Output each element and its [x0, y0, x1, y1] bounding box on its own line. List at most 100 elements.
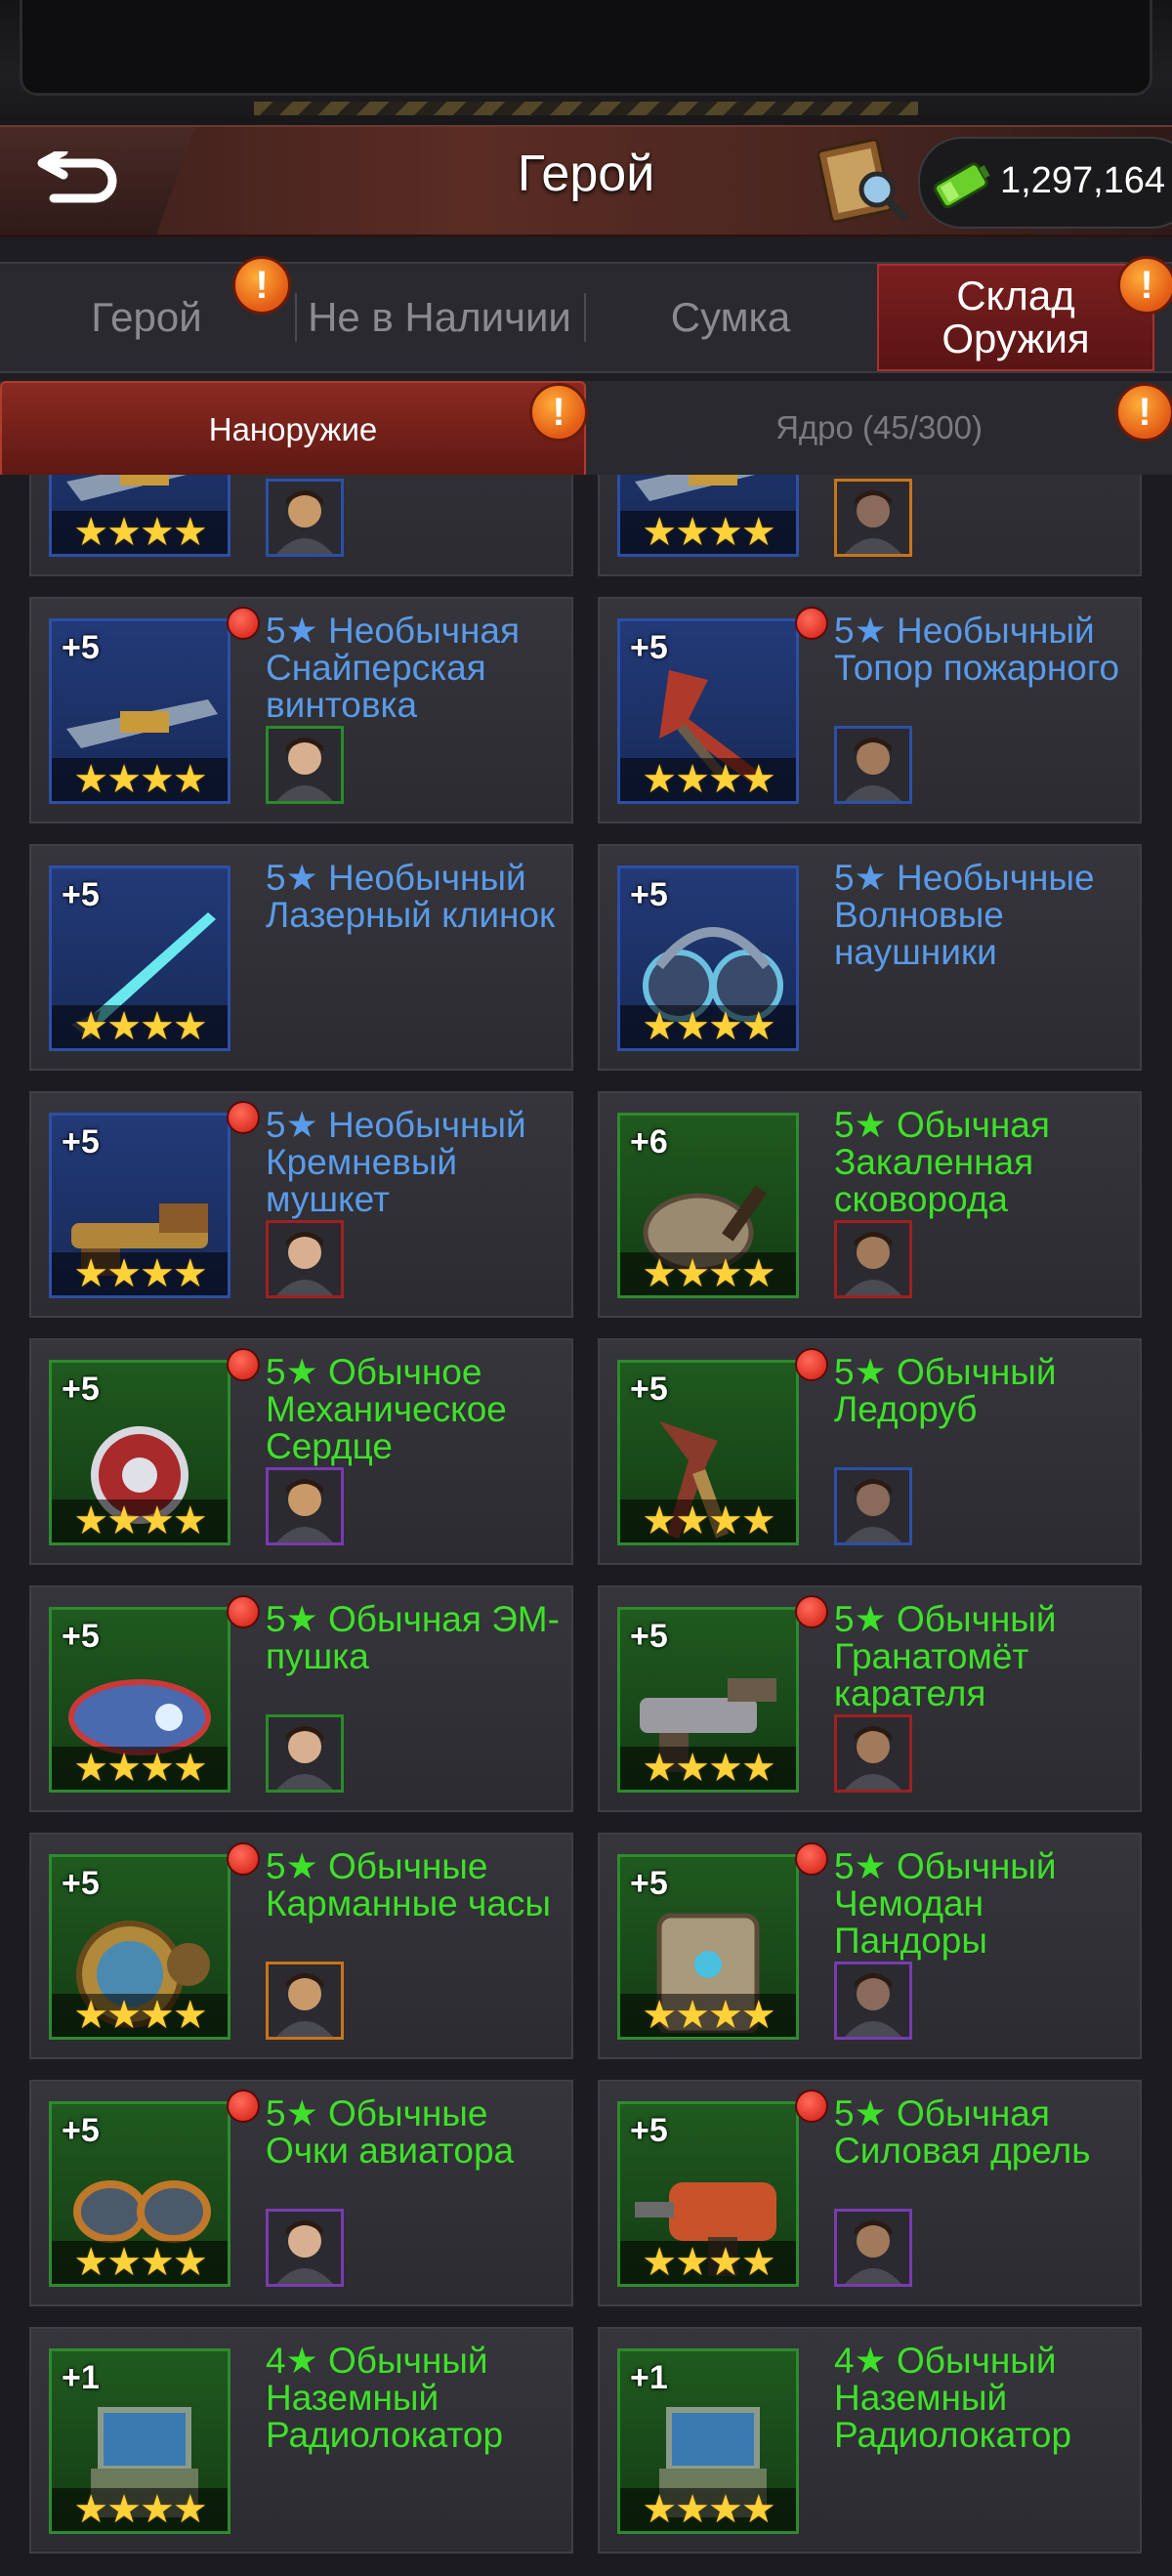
hero-avatar[interactable] [834, 1220, 912, 1298]
notification-dot [795, 607, 828, 640]
weapon-title: 5★ Необычная Снайперская винтовка [266, 611, 521, 725]
star-rating: ★★★★ [620, 511, 796, 554]
alert-icon: ! [1115, 383, 1172, 442]
star-rating: ★★★★ [52, 1252, 228, 1295]
star-rating: ★★★★ [52, 1005, 228, 1048]
weapon-thumbnail: +5 ★★★★ [617, 2101, 799, 2287]
upgrade-level: +5 [630, 1371, 668, 1408]
hero-avatar[interactable] [266, 1714, 344, 1793]
upgrade-level: +1 [630, 2359, 668, 2396]
tab-not-in-stock[interactable]: Не в Наличии [297, 264, 582, 371]
weapon-card[interactable]: +5 ★★★★ 5★ Обычные Очки авиатора [29, 2080, 573, 2306]
hero-avatar[interactable] [266, 1220, 344, 1298]
subtab-core[interactable]: Ядро (45/300) [586, 381, 1172, 475]
weapon-thumbnail: +5 ★★★★ [49, 1854, 230, 2040]
notification-dot [227, 1595, 260, 1628]
star-rating: ★★★★ [52, 1994, 228, 2037]
portrait-icon [837, 1964, 909, 2037]
weapon-card[interactable]: +5 ★★★★ 5★ Необычная Снайперская винтовка [29, 597, 573, 823]
weapon-thumbnail: +1 ★★★★ [617, 2348, 799, 2534]
weapon-title: 4★ Обычный Наземный Радиолокатор [266, 2341, 504, 2455]
weapon-card[interactable]: +5 ★★★★ 5★ Необычный Кремневый мушкет [29, 1091, 573, 1318]
weapon-card[interactable]: ★★★★ [598, 475, 1142, 576]
upgrade-level: +5 [630, 1618, 668, 1655]
tab-bag[interactable]: Сумка [586, 264, 875, 371]
weapon-card[interactable]: +5 ★★★★ 5★ Обычный Гранатомёт карателя [598, 1585, 1142, 1812]
tab-label: Не в Наличии [308, 294, 571, 340]
weapon-card[interactable]: +5 ★★★★ 5★ Необычный Топор пожарного [598, 597, 1142, 823]
notification-dot [227, 1842, 260, 1876]
star-rating: ★★★★ [52, 511, 228, 554]
weapon-title: 5★ Обычные Очки авиатора [266, 2093, 515, 2171]
hero-avatar[interactable] [834, 1714, 912, 1793]
hero-avatar[interactable] [834, 2209, 912, 2287]
weapon-title: 5★ Обычные Карманные часы [266, 1846, 551, 1923]
weapon-card[interactable]: ★★★★ [29, 475, 573, 576]
weapon-thumbnail: +5 ★★★★ [49, 2101, 230, 2287]
currency-value: 1,297,164 [1000, 160, 1166, 201]
weapon-card[interactable]: +6 ★★★★ 5★ Обычная Закаленная сковорода [598, 1091, 1142, 1318]
notification-dot [795, 1348, 828, 1381]
notification-dot [795, 1842, 828, 1876]
hero-avatar[interactable] [266, 1962, 344, 2040]
hero-avatar[interactable] [266, 1467, 344, 1545]
currency-counter[interactable]: 1,297,164 [918, 137, 1172, 229]
main-tabs: Герой Не в Наличии Сумка Склад Оружия [0, 262, 1172, 373]
weapon-thumbnail: ★★★★ [49, 475, 230, 557]
upgrade-level: +5 [62, 629, 100, 666]
weapon-card[interactable]: +5 ★★★★ 5★ Обычные Карманные часы [29, 1833, 573, 2059]
weapon-thumbnail: +6 ★★★★ [617, 1113, 799, 1298]
weapon-card[interactable]: +1 ★★★★ 4★ Обычный Наземный Радиолокатор [29, 2327, 573, 2554]
weapon-card[interactable]: +1 ★★★★ 4★ Обычный Наземный Радиолокатор [598, 2327, 1142, 2554]
page-title: Герой [517, 146, 655, 202]
star-rating: ★★★★ [620, 1747, 796, 1790]
weapon-title: 5★ Обычное Механическое Сердце [266, 1352, 507, 1466]
hero-avatar[interactable] [834, 1962, 912, 2040]
back-button[interactable] [0, 127, 195, 234]
star-rating: ★★★★ [620, 758, 796, 801]
weapon-card[interactable]: +5 ★★★★ 5★ Обычное Механическое Сердце [29, 1338, 573, 1565]
portrait-icon [269, 1470, 341, 1542]
upgrade-level: +5 [62, 1123, 100, 1161]
weapon-thumbnail: +5 ★★★★ [49, 1360, 230, 1545]
upgrade-level: +5 [630, 876, 668, 913]
weapon-grid: ★★★★ ★★★★ +5 ★★★★ 5★ Необычная Снайперская в… [0, 475, 1172, 2576]
weapon-card[interactable]: +5 ★★★★ 5★ Обычная ЭМ-пушка [29, 1585, 573, 1812]
weapon-thumbnail: +5 ★★★★ [49, 866, 230, 1051]
subtab-nanoweapon[interactable]: Наноружие [0, 381, 586, 479]
weapon-card[interactable]: +5 ★★★★ 5★ Обычная Силовая дрель [598, 2080, 1142, 2306]
notification-dot [227, 1101, 260, 1134]
weapon-card[interactable]: +5 ★★★★ 5★ Обычный Чемодан Пандоры [598, 1833, 1142, 2059]
hero-avatar[interactable] [834, 726, 912, 804]
tab-label: Сумка [670, 294, 791, 340]
weapon-card[interactable]: +5 ★★★★ 5★ Необычные Волновые наушники [598, 844, 1142, 1071]
book-magnifier-icon[interactable] [813, 139, 910, 223]
portrait-icon [269, 482, 341, 554]
alert-icon: ! [1117, 256, 1172, 315]
hero-avatar[interactable] [834, 1467, 912, 1545]
notification-dot [227, 2090, 260, 2123]
weapon-title: 5★ Обычный Гранатомёт карателя [834, 1599, 1057, 1713]
weapon-card[interactable]: +5 ★★★★ 5★ Обычный Ледоруб [598, 1338, 1142, 1565]
hero-avatar[interactable] [266, 479, 344, 557]
portrait-icon [837, 482, 909, 554]
hero-avatar[interactable] [834, 479, 912, 557]
weapon-title: 5★ Обычная Силовая дрель [834, 2093, 1091, 2171]
tab-weapon-storage[interactable]: Склад Оружия [877, 264, 1154, 371]
star-rating: ★★★★ [52, 2488, 228, 2531]
portrait-icon [269, 1964, 341, 2037]
weapon-title: 5★ Необычный Кремневый мушкет [266, 1105, 526, 1219]
upgrade-level: +5 [62, 1865, 100, 1902]
hero-avatar[interactable] [266, 2209, 344, 2287]
weapon-thumbnail: +5 ★★★★ [617, 1360, 799, 1545]
portrait-icon [269, 729, 341, 801]
hero-avatar[interactable] [266, 726, 344, 804]
portrait-icon [837, 729, 909, 801]
portrait-icon [837, 2212, 909, 2284]
weapon-title: 4★ Обычный Наземный Радиолокатор [834, 2341, 1072, 2455]
weapon-card[interactable]: +5 ★★★★ 5★ Необычный Лазерный клинок [29, 844, 573, 1071]
star-rating: ★★★★ [620, 1994, 796, 2037]
tab-label: Склад Оружия [942, 273, 1090, 361]
back-arrow-icon [37, 151, 117, 203]
weapon-thumbnail: +5 ★★★★ [49, 618, 230, 804]
